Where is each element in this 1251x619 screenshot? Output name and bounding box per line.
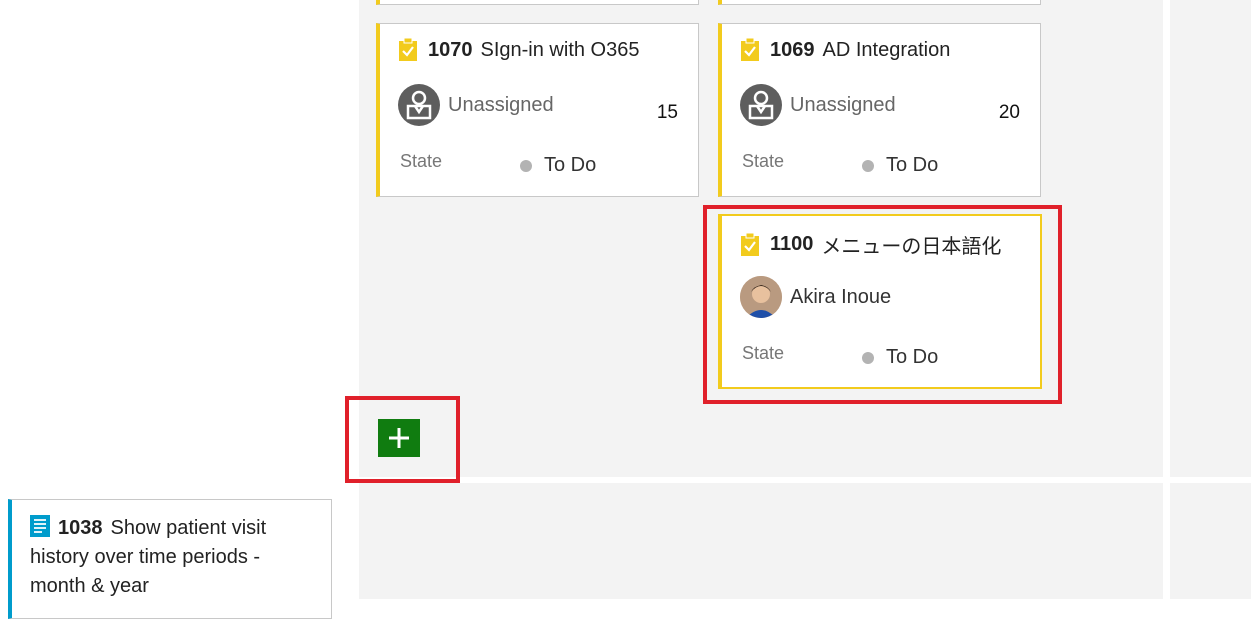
- assignee[interactable]: Unassigned: [740, 84, 896, 126]
- unassigned-avatar-icon: [740, 84, 782, 126]
- task-clipboard-icon: [741, 232, 759, 256]
- state-text: To Do: [886, 346, 939, 368]
- task-clipboard-icon: [399, 38, 417, 61]
- partial-card-left[interactable]: [376, 0, 699, 5]
- state-dot-icon: [862, 159, 874, 172]
- effort-value: 15: [656, 102, 678, 123]
- state-text: To Do: [886, 154, 939, 176]
- state-dot-icon: [520, 159, 532, 172]
- work-item-id: 1038: [58, 517, 103, 539]
- board-column-bottom: [359, 483, 1163, 599]
- work-item-title[interactable]: メニューの日本語化: [821, 230, 1001, 259]
- partial-card-right[interactable]: [718, 0, 1041, 5]
- board-column-bottom-right: [1170, 483, 1251, 599]
- plus-icon: [389, 428, 409, 448]
- assignee-name: Unassigned: [448, 93, 554, 116]
- card-title-row: 1069 AD Integration: [740, 38, 950, 62]
- work-item-id: 1100: [770, 233, 814, 255]
- work-item-title[interactable]: SIgn-in with O365: [481, 39, 640, 62]
- state-label: State: [742, 343, 785, 363]
- story-card-1038[interactable]: 1038 Show patient visit history over time…: [8, 499, 332, 619]
- state-text: To Do: [544, 154, 597, 176]
- card-title-row: 1070 SIgn-in with O365: [398, 38, 639, 62]
- state-label: State: [742, 151, 785, 171]
- state-value[interactable]: To Do: [520, 154, 596, 177]
- work-item-id: 1070: [428, 38, 473, 61]
- assignee[interactable]: Unassigned: [398, 84, 554, 126]
- task-card-1100[interactable]: 1100 メニューの日本語化 Akira Inoue State To Do: [718, 214, 1042, 389]
- state-value[interactable]: To Do: [862, 346, 938, 369]
- card-title-row: 1100 メニューの日本語化: [740, 230, 1001, 259]
- state-value[interactable]: To Do: [862, 154, 938, 177]
- add-task-button[interactable]: [378, 419, 420, 457]
- story-title-row: 1038 Show patient visit history over time…: [30, 514, 320, 601]
- state-dot-icon: [862, 351, 874, 364]
- work-item-id: 1069: [770, 38, 815, 61]
- user-story-icon: [30, 515, 50, 537]
- state-label: State: [400, 151, 443, 171]
- assignee[interactable]: Akira Inoue: [740, 276, 891, 318]
- board-column-top-right: [1170, 0, 1251, 477]
- task-card-1069[interactable]: 1069 AD Integration Unassigned 20 State …: [718, 23, 1041, 197]
- task-card-1070[interactable]: 1070 SIgn-in with O365 Unassigned 15 Sta…: [376, 23, 699, 197]
- assignee-name: Akira Inoue: [790, 285, 892, 308]
- effort-value: 20: [998, 102, 1020, 123]
- assignee-name: Unassigned: [790, 93, 896, 116]
- unassigned-avatar-icon: [398, 84, 440, 126]
- work-item-title[interactable]: AD Integration: [823, 39, 951, 62]
- task-clipboard-icon: [741, 38, 759, 61]
- user-avatar-photo: [740, 276, 782, 318]
